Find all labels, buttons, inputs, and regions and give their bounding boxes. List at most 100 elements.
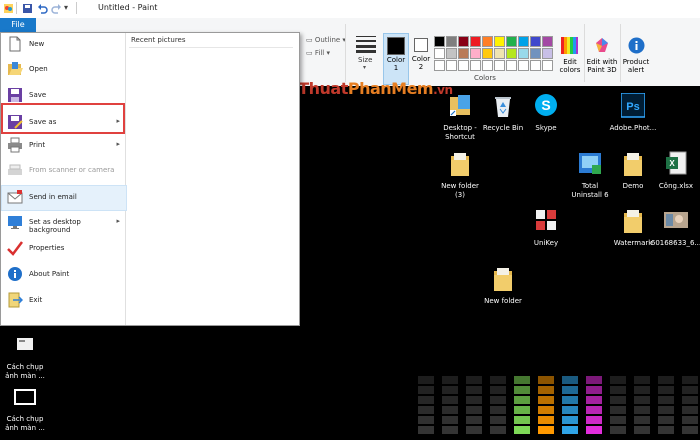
equalizer-bar xyxy=(490,376,506,384)
palette-color-swatch[interactable] xyxy=(482,60,493,71)
paint3d-icon xyxy=(596,38,608,52)
palette-color-swatch[interactable] xyxy=(470,60,481,71)
palette-color-swatch[interactable] xyxy=(458,60,469,71)
equalizer-bar xyxy=(538,386,554,394)
palette-color-swatch[interactable] xyxy=(506,48,517,59)
palette-color-swatch[interactable] xyxy=(458,36,469,47)
new-document-icon xyxy=(9,36,21,52)
menu-item-new[interactable]: New xyxy=(2,33,124,57)
equalizer-bar xyxy=(562,426,578,434)
color2-button[interactable]: Color 2 xyxy=(410,33,432,83)
outline-icon: ▭ xyxy=(306,36,313,44)
outline-dropdown[interactable]: ▭ Outline ▾ xyxy=(306,36,346,44)
palette-color-swatch[interactable] xyxy=(470,48,481,59)
desktop-icon-skype[interactable]: S Skype xyxy=(516,93,576,133)
menu-item-print[interactable]: Print ▸ xyxy=(2,134,124,158)
desktop-icon-new-folder-3[interactable]: New folder (3) xyxy=(430,151,490,200)
equalizer-bar xyxy=(442,376,458,384)
divider xyxy=(76,2,77,14)
desktop-icon-photoshop[interactable]: Ps Adobe.Phot... xyxy=(603,92,663,133)
palette-color-swatch[interactable] xyxy=(518,60,529,71)
file-menu: New Open Save Save as ▸ Print ▸ From sca… xyxy=(0,32,300,326)
palette-color-swatch[interactable] xyxy=(494,48,505,59)
palette-color-swatch[interactable] xyxy=(482,48,493,59)
palette-color-swatch[interactable] xyxy=(542,36,553,47)
undo-icon[interactable] xyxy=(37,3,48,14)
palette-color-swatch[interactable] xyxy=(494,36,505,47)
menu-item-open[interactable]: Open xyxy=(2,58,124,82)
desktop-icon-image-file[interactable]: 60168633_6... xyxy=(646,208,700,248)
window-title: Untitled - Paint xyxy=(98,3,158,12)
equalizer-bar xyxy=(538,426,554,434)
equalizer-bar xyxy=(562,406,578,414)
folder-icon xyxy=(624,153,642,176)
equalizer-bar xyxy=(634,376,650,384)
quick-save-icon[interactable] xyxy=(22,3,33,14)
equalizer-bar xyxy=(562,386,578,394)
desktop-icon-screenshot-2[interactable]: Cách chụp ảnh màn ... xyxy=(0,384,55,433)
equalizer-bar xyxy=(514,426,530,434)
palette-color-swatch[interactable] xyxy=(434,48,445,59)
palette-color-swatch[interactable] xyxy=(530,60,541,71)
palette-color-swatch[interactable] xyxy=(506,36,517,47)
palette-color-swatch[interactable] xyxy=(458,48,469,59)
palette-color-swatch[interactable] xyxy=(446,48,457,59)
palette-color-swatch[interactable] xyxy=(434,36,445,47)
desktop-icon-cong-xlsx[interactable]: X Công.xlsx xyxy=(646,151,700,191)
equalizer-bar xyxy=(586,376,602,384)
color1-button[interactable]: Color 1 xyxy=(383,33,409,85)
desktop-background-icon xyxy=(8,216,22,229)
equalizer-bar xyxy=(610,386,626,394)
equalizer-bar xyxy=(418,406,434,414)
palette-color-swatch[interactable] xyxy=(446,36,457,47)
product-alert-button[interactable]: Product alert xyxy=(622,33,650,83)
palette-color-swatch[interactable] xyxy=(530,48,541,59)
equalizer-bar xyxy=(658,426,674,434)
color-wheel-icon xyxy=(561,37,578,54)
submenu-arrow-icon: ▸ xyxy=(116,217,120,225)
palette-color-swatch[interactable] xyxy=(494,60,505,71)
file-tab[interactable]: File xyxy=(0,18,36,32)
menu-item-send-email[interactable]: Send in email xyxy=(1,185,127,211)
exit-icon xyxy=(8,292,23,308)
palette-color-swatch[interactable] xyxy=(446,60,457,71)
palette-color-swatch[interactable] xyxy=(470,36,481,47)
menu-item-exit[interactable]: Exit xyxy=(2,289,124,313)
palette-color-swatch[interactable] xyxy=(518,48,529,59)
desktop-icon-unikey[interactable]: UniKey xyxy=(516,208,576,248)
equalizer-bar xyxy=(466,396,482,404)
size-button[interactable]: Size ▾ xyxy=(352,18,380,86)
fill-dropdown[interactable]: ▭ Fill ▾ xyxy=(306,49,330,57)
desktop-icon-new-folder[interactable]: New folder xyxy=(473,266,533,306)
equalizer-bar xyxy=(490,406,506,414)
palette-color-swatch[interactable] xyxy=(542,60,553,71)
color1-swatch xyxy=(387,37,405,55)
excel-icon: X xyxy=(666,151,687,175)
palette-color-swatch[interactable] xyxy=(518,36,529,47)
equalizer-bar xyxy=(538,416,554,424)
equalizer-bar xyxy=(634,426,650,434)
info-icon xyxy=(8,267,22,281)
equalizer-bar xyxy=(682,376,698,384)
equalizer-bar xyxy=(562,416,578,424)
menu-item-set-desktop-background[interactable]: Set as desktop background ▸ xyxy=(2,211,124,235)
palette-color-swatch[interactable] xyxy=(482,36,493,47)
customize-toolbar-icon[interactable]: ▾ xyxy=(64,3,68,12)
palette-color-swatch[interactable] xyxy=(506,60,517,71)
save-icon xyxy=(8,88,22,102)
palette-color-swatch[interactable] xyxy=(542,48,553,59)
menu-item-from-scanner[interactable]: From scanner or camera xyxy=(2,159,124,183)
equalizer-bar xyxy=(682,406,698,414)
edit-with-paint3d-button[interactable]: Edit with Paint 3D xyxy=(586,33,618,83)
palette-color-swatch[interactable] xyxy=(530,36,541,47)
redo-icon[interactable] xyxy=(51,3,62,14)
paint-app-icon xyxy=(4,4,13,13)
menu-item-about[interactable]: About Paint xyxy=(2,263,124,287)
equalizer-bar xyxy=(682,386,698,394)
fill-icon: ▭ xyxy=(306,49,313,57)
menu-item-properties[interactable]: Properties xyxy=(2,237,124,261)
equalizer-bar xyxy=(442,406,458,414)
desktop-icon-screenshot-1[interactable]: Cách chụp ảnh màn ... xyxy=(0,332,55,381)
palette-color-swatch[interactable] xyxy=(434,60,445,71)
edit-colors-button[interactable]: Edit colors xyxy=(557,33,583,83)
